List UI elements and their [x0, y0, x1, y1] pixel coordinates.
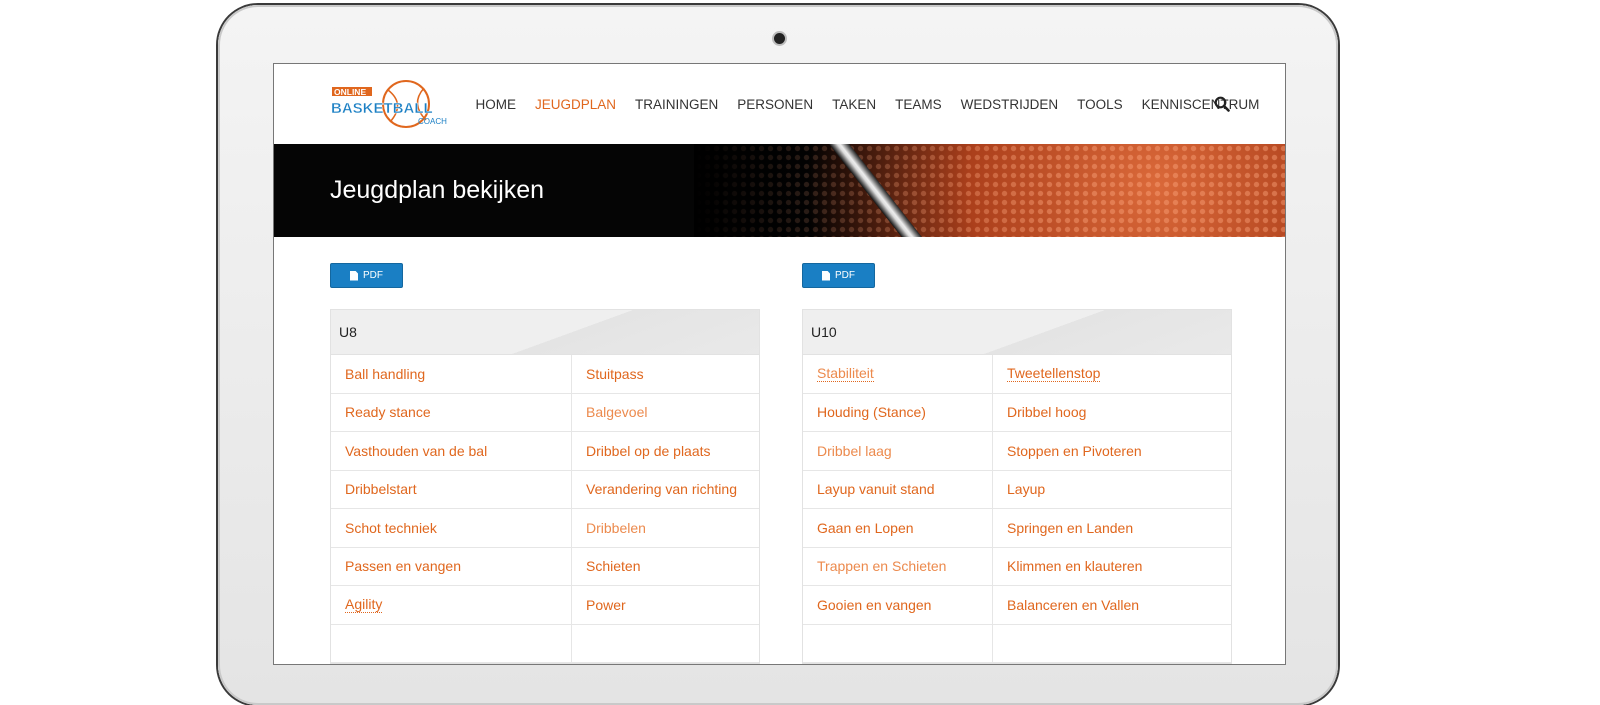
- skill-link[interactable]: Dribbel laag: [803, 432, 992, 471]
- nav-wedstrijden[interactable]: WEDSTRIJDEN: [951, 97, 1068, 112]
- skill-link[interactable]: Dribbel hoog: [992, 393, 1231, 432]
- skill-grid: Ball handling Stuitpass Ready stance Bal…: [331, 355, 759, 663]
- pdf-button-u10[interactable]: PDF: [802, 263, 875, 288]
- page-banner: Jeugdplan bekijken: [274, 144, 1285, 237]
- skill-link[interactable]: Passen en vangen: [331, 548, 571, 586]
- skill-link-empty: [331, 625, 571, 663]
- site-header: ONLINE BASKETBALL COACH HOME JEUGDPLAN T…: [274, 64, 1285, 144]
- panel-u8: U8 Ball handling Stuitpass Ready stance …: [330, 309, 760, 664]
- skill-link[interactable]: Balanceren en Vallen: [992, 586, 1231, 625]
- skill-link-empty: [992, 624, 1231, 663]
- online-basketball-coach-logo[interactable]: ONLINE BASKETBALL COACH: [330, 78, 452, 130]
- skill-link[interactable]: Schot techniek: [331, 509, 571, 548]
- nav-personen[interactable]: PERSONEN: [728, 97, 823, 112]
- basketball-texture: [694, 144, 1285, 237]
- skill-link[interactable]: Vasthouden van de bal: [331, 432, 571, 471]
- nav-tools[interactable]: TOOLS: [1068, 97, 1133, 112]
- skill-link-empty: [803, 625, 992, 663]
- skill-link[interactable]: Klimmen en klauteren: [992, 547, 1231, 586]
- panel-u10: U10 Stabiliteit Tweetellenstop Houding (…: [802, 309, 1232, 664]
- skill-link[interactable]: Balgevoel: [571, 393, 759, 432]
- search-icon[interactable]: [1214, 96, 1230, 112]
- skill-link[interactable]: Verandering van richting: [571, 470, 759, 509]
- nav-trainingen[interactable]: TRAININGEN: [626, 97, 728, 112]
- file-icon: [350, 270, 358, 281]
- webcam: [774, 33, 785, 44]
- skill-link[interactable]: Stuitpass: [571, 355, 759, 394]
- skill-link[interactable]: Trappen en Schieten: [803, 548, 992, 586]
- skill-link[interactable]: Agility: [331, 586, 571, 625]
- file-icon: [822, 270, 830, 281]
- skill-link[interactable]: Stoppen en Pivoteren: [992, 432, 1231, 471]
- nav-jeugdplan[interactable]: JEUGDPLAN: [526, 97, 626, 112]
- skill-link[interactable]: Ready stance: [331, 394, 571, 432]
- skill-link[interactable]: Gooien en vangen: [803, 586, 992, 625]
- main-nav: HOME JEUGDPLAN TRAININGEN PERSONEN TAKEN…: [466, 64, 1269, 144]
- nav-taken[interactable]: TAKEN: [823, 97, 886, 112]
- skill-link[interactable]: Houding (Stance): [803, 394, 992, 432]
- pdf-button-label: PDF: [835, 270, 855, 281]
- svg-text:COACH: COACH: [418, 117, 447, 126]
- skill-link[interactable]: Stabiliteit: [803, 355, 992, 394]
- skill-link[interactable]: Ball handling: [331, 355, 571, 394]
- skill-link-empty: [571, 624, 759, 663]
- panel-title: U8: [331, 310, 759, 355]
- skill-grid: Stabiliteit Tweetellenstop Houding (Stan…: [803, 355, 1231, 663]
- skill-link[interactable]: Schieten: [571, 547, 759, 586]
- browser-screen: ONLINE BASKETBALL COACH HOME JEUGDPLAN T…: [274, 64, 1285, 664]
- skill-link[interactable]: Springen en Landen: [992, 509, 1231, 548]
- skill-link[interactable]: Dribbelen: [571, 509, 759, 548]
- pdf-button-u8[interactable]: PDF: [330, 263, 403, 288]
- nav-teams[interactable]: TEAMS: [886, 97, 952, 112]
- skill-link[interactable]: Dribbelstart: [331, 471, 571, 509]
- skill-link[interactable]: Layup: [992, 470, 1231, 509]
- pdf-button-label: PDF: [363, 270, 383, 281]
- page-title: Jeugdplan bekijken: [330, 176, 545, 204]
- svg-text:BASKETBALL: BASKETBALL: [331, 100, 433, 117]
- skill-link[interactable]: Layup vanuit stand: [803, 471, 992, 509]
- nav-home[interactable]: HOME: [466, 97, 526, 112]
- skill-link[interactable]: Power: [571, 586, 759, 625]
- panel-title: U10: [803, 310, 1231, 355]
- svg-text:ONLINE: ONLINE: [334, 87, 366, 97]
- skill-link[interactable]: Tweetellenstop: [992, 355, 1231, 394]
- nav-kenniscentrum[interactable]: KENNISCENTRUM: [1132, 97, 1269, 112]
- skill-link[interactable]: Dribbel op de plaats: [571, 432, 759, 471]
- skill-link[interactable]: Gaan en Lopen: [803, 509, 992, 548]
